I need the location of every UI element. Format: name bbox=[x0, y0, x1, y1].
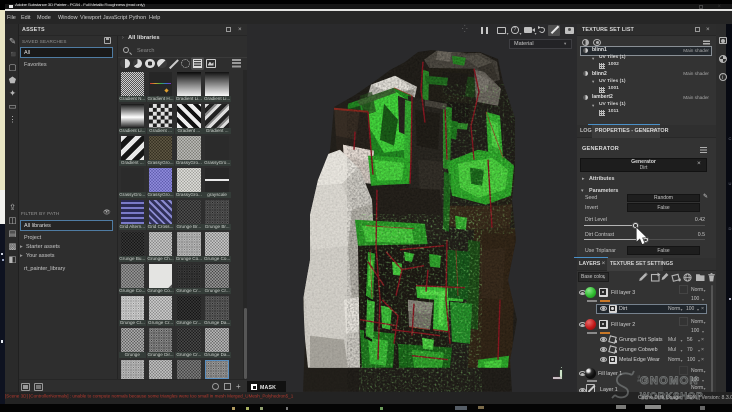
svg-text:THE: THE bbox=[637, 375, 641, 383]
svg-text:GNOMON: GNOMON bbox=[640, 375, 699, 387]
